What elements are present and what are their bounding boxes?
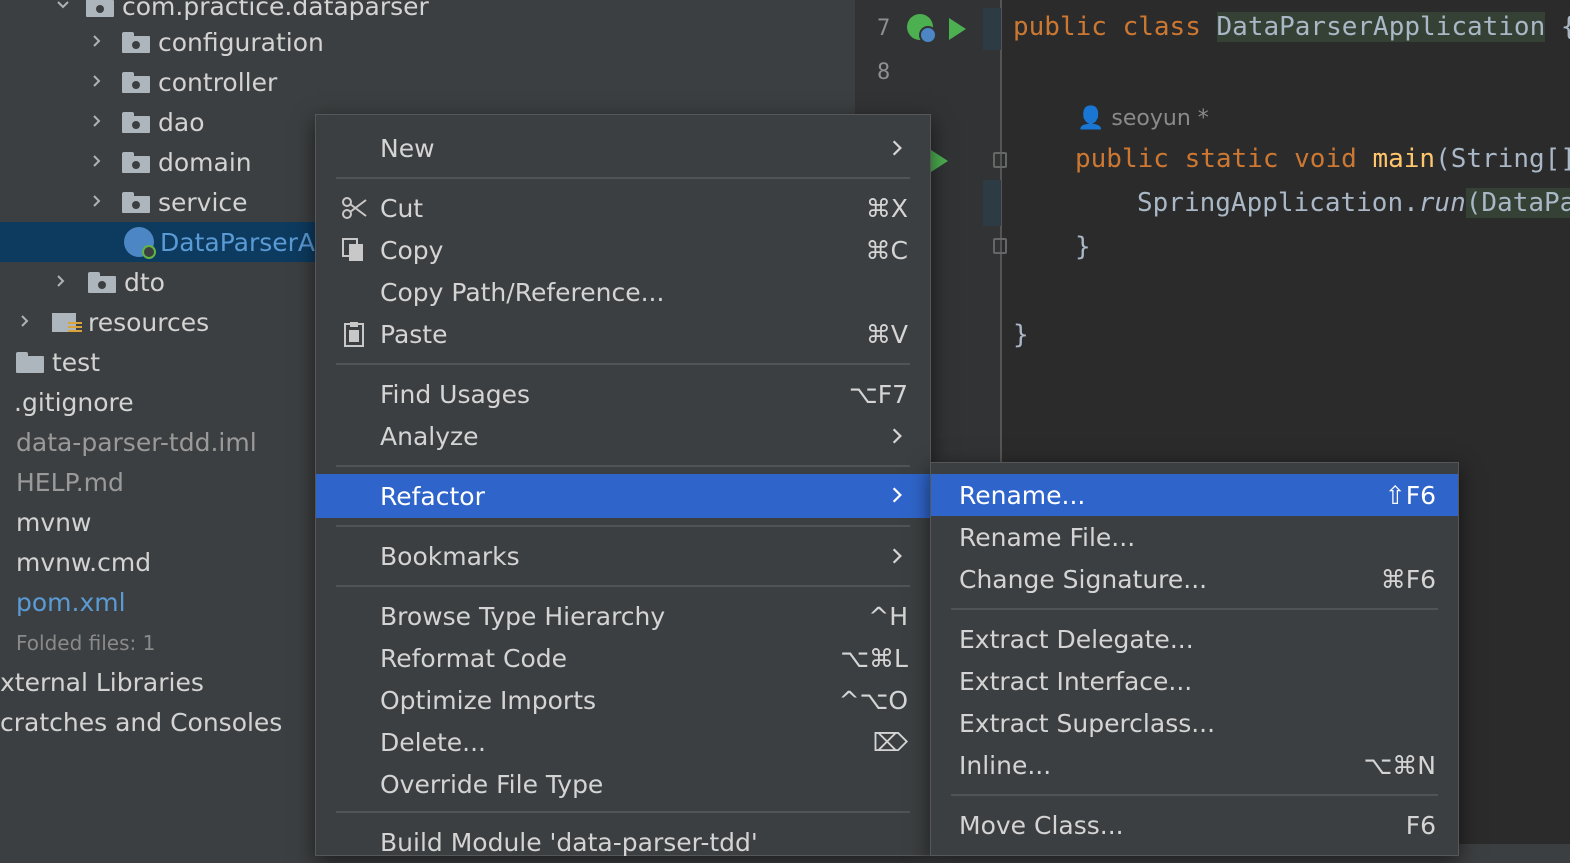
package-folder-icon: [86, 0, 114, 17]
tree-item-label: pom.xml: [16, 587, 126, 617]
line-number: 8: [877, 60, 891, 85]
menu-item-build-module[interactable]: Build Module 'data-parser-tdd': [316, 821, 930, 863]
menu-item-refactor[interactable]: Refactor: [316, 474, 930, 518]
menu-item-copy-path[interactable]: Copy Path/Reference...: [316, 271, 930, 313]
chevron-right-icon[interactable]: [86, 190, 108, 215]
tree-item-label: service: [158, 187, 248, 217]
delete-key-icon: ⌦: [872, 727, 908, 757]
menu-item-paste[interactable]: Paste ⌘V: [316, 313, 930, 355]
tree-item-configuration[interactable]: configuration: [0, 22, 855, 62]
menu-item-extract-superclass[interactable]: Extract Superclass...: [931, 702, 1458, 744]
user-icon: 👤: [1077, 106, 1105, 131]
tree-item-label: HELP.md: [16, 467, 124, 497]
menu-item-change-signature[interactable]: Change Signature... ⌘F6: [931, 558, 1458, 600]
menu-separator: [951, 794, 1438, 796]
menu-item-new[interactable]: New: [316, 127, 930, 169]
menu-separator: [951, 608, 1438, 610]
menu-item-analyze[interactable]: Analyze: [316, 415, 930, 457]
code-line-run: SpringApplication.run(DataPa: [1137, 188, 1570, 218]
package-folder-icon: [88, 271, 116, 293]
menu-separator: [336, 525, 910, 527]
spring-boot-app-icon: [124, 227, 156, 259]
tree-item-controller[interactable]: controller: [0, 62, 855, 102]
tree-item-label: .gitignore: [14, 387, 134, 417]
tree-item-label: test: [52, 347, 101, 377]
tree-item-label: dto: [124, 267, 165, 297]
menu-item-copy[interactable]: Copy ⌘C: [316, 229, 930, 271]
run-icon[interactable]: [931, 150, 948, 172]
code-line-close-class: }: [1013, 320, 1029, 350]
menu-item-rename[interactable]: Rename... ⇧F6: [931, 474, 1458, 516]
scissors-icon: [342, 197, 367, 219]
menu-item-extract-delegate[interactable]: Extract Delegate...: [931, 618, 1458, 660]
tree-item-label: domain: [158, 147, 252, 177]
tree-item-label: dao: [158, 107, 205, 137]
menu-separator: [336, 465, 910, 467]
run-icon[interactable]: [949, 18, 966, 40]
menu-item-cut[interactable]: Cut ⌘X: [316, 187, 930, 229]
menu-separator: [336, 363, 910, 365]
code-author-hint: 👤 seoyun *: [1077, 106, 1209, 131]
menu-separator: [336, 177, 910, 179]
menu-item-move-class[interactable]: Move Class... F6: [931, 804, 1458, 846]
package-folder-icon: [122, 71, 150, 93]
folder-icon: [16, 351, 44, 373]
clipboard-icon: [344, 322, 364, 347]
context-menu: New Cut ⌘X Copy ⌘C Copy Path/Reference..…: [315, 114, 931, 857]
code-line-class: public class DataParserApplication {: [1013, 12, 1570, 42]
chevron-right-icon[interactable]: [86, 150, 108, 175]
menu-item-reformat-code[interactable]: Reformat Code ⌥⌘L: [316, 637, 930, 679]
package-folder-icon: [122, 31, 150, 53]
menu-item-optimize-imports[interactable]: Optimize Imports ^⌥O: [316, 679, 930, 721]
spring-bean-icon[interactable]: [907, 14, 937, 44]
chevron-right-icon: [892, 140, 902, 156]
fold-icon[interactable]: [993, 152, 1007, 168]
line-number: 7: [877, 16, 891, 41]
menu-item-delete[interactable]: Delete... ⌦: [316, 721, 930, 763]
refactor-submenu: Rename... ⇧F6 Rename File... Change Sign…: [930, 462, 1459, 856]
resources-folder-icon: [52, 310, 82, 334]
chevron-down-icon[interactable]: [52, 0, 74, 19]
tree-item-label: Folded files: 1: [16, 631, 156, 655]
tree-item-label: data-parser-tdd.iml: [16, 427, 257, 457]
copy-icon: [342, 238, 363, 261]
menu-separator: [336, 811, 910, 813]
chevron-right-icon: [892, 548, 902, 564]
chevron-right-icon[interactable]: [86, 70, 108, 95]
tree-item-label: configuration: [158, 27, 324, 57]
menu-item-find-usages[interactable]: Find Usages ⌥F7: [316, 373, 930, 415]
tree-item-label: mvnw: [16, 507, 92, 537]
tree-item-label: xternal Libraries: [0, 667, 204, 697]
tree-item-label: com.practice.dataparser: [122, 0, 429, 21]
package-folder-icon: [122, 111, 150, 133]
chevron-right-icon[interactable]: [86, 30, 108, 55]
menu-item-rename-file[interactable]: Rename File...: [931, 516, 1458, 558]
package-folder-icon: [122, 191, 150, 213]
code-line-main: public static void main(String[]: [1075, 144, 1570, 174]
menu-item-extract-interface[interactable]: Extract Interface...: [931, 660, 1458, 702]
tree-item-label: mvnw.cmd: [16, 547, 152, 577]
menu-separator: [336, 585, 910, 587]
fold-icon[interactable]: [993, 238, 1007, 254]
code-line-close: }: [1075, 232, 1091, 262]
chevron-right-icon[interactable]: [14, 310, 36, 335]
tree-item-label: controller: [158, 67, 278, 97]
tree-item-label: resources: [88, 307, 210, 337]
tree-item-label: DataParserA: [160, 227, 316, 257]
chevron-right-icon[interactable]: [50, 270, 72, 295]
chevron-right-icon[interactable]: [86, 110, 108, 135]
package-folder-icon: [122, 151, 150, 173]
chevron-right-icon: [892, 428, 902, 444]
chevron-right-icon: [892, 487, 902, 503]
tree-item-label: cratches and Consoles: [0, 707, 283, 737]
menu-item-bookmarks[interactable]: Bookmarks: [316, 535, 930, 577]
menu-item-browse-type-hierarchy[interactable]: Browse Type Hierarchy ^H: [316, 595, 930, 637]
menu-item-override-file-type[interactable]: Override File Type: [316, 763, 930, 805]
menu-item-inline[interactable]: Inline... ⌥⌘N: [931, 744, 1458, 786]
